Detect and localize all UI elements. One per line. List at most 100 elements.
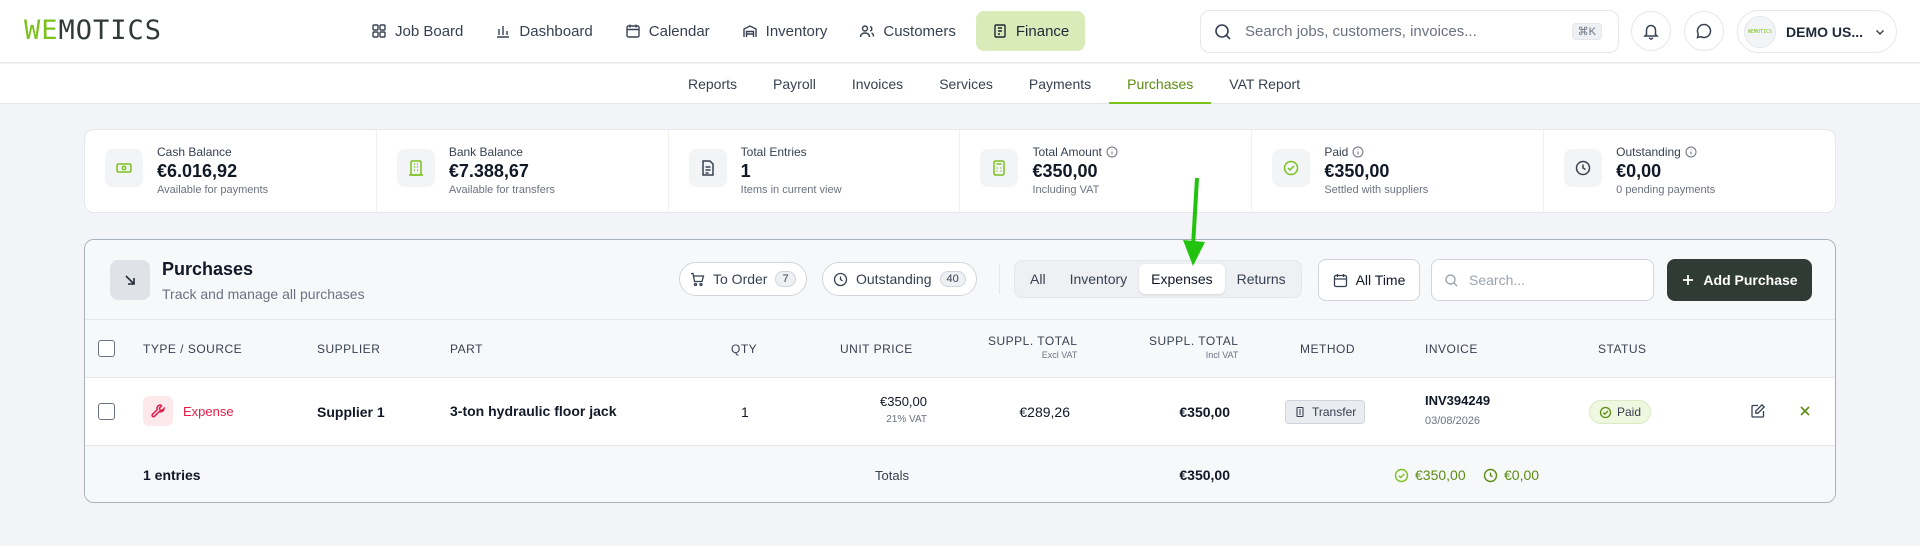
th-qty[interactable]: QTY [731, 342, 757, 356]
bar-chart-icon [497, 26, 510, 38]
nav-label: Calendar [648, 22, 710, 40]
filter-all[interactable]: All [1018, 264, 1058, 294]
table-row[interactable]: Expense Supplier 1 3-ton hydraulic floor… [85, 378, 1835, 446]
th-supplier[interactable]: SUPPLIER [317, 342, 380, 356]
row-checkbox[interactable] [98, 403, 115, 420]
invoice-date: 03/08/2026 [1425, 415, 1481, 427]
select-all-checkbox[interactable] [98, 340, 115, 357]
stat-label-text: Outstanding [1616, 145, 1681, 159]
th-part[interactable]: PART [450, 342, 483, 356]
notifications-button[interactable] [1631, 11, 1671, 51]
nav-label: Finance [1015, 22, 1070, 40]
logo-part-2: MOTICS [58, 15, 163, 46]
to-order-count: 7 [775, 271, 796, 287]
main-nav: Job Board Dashboard Calendar Inventory C… [359, 11, 1086, 51]
bell-icon [1643, 24, 1659, 40]
totals-paid: €350,00 [1415, 467, 1466, 483]
filter-expenses[interactable]: Expenses [1139, 264, 1225, 294]
cash-icon [105, 149, 143, 187]
messages-button[interactable] [1684, 11, 1724, 51]
calculator-icon [980, 149, 1019, 187]
totals-outstanding: €0,00 [1504, 467, 1540, 483]
check-circle-icon [1394, 468, 1409, 483]
th-note: Excl VAT [1041, 350, 1078, 360]
finance-subnav: Reports Payroll Invoices Services Paymen… [0, 64, 1920, 104]
part-cell: 3-ton hydraulic floor jack [450, 403, 617, 419]
th-type-source[interactable]: TYPE / SOURCE [143, 342, 242, 356]
qty-cell: 1 [741, 404, 749, 420]
th-method[interactable]: METHOD [1300, 342, 1355, 356]
nav-calendar[interactable]: Calendar [613, 11, 722, 51]
stat-label: Bank Balance [448, 145, 523, 159]
search-icon [1445, 273, 1458, 286]
totals-amount: €350,00 [1179, 467, 1230, 483]
subnav-reports[interactable]: Reports [670, 64, 755, 104]
subnav-vat-report[interactable]: VAT Report [1211, 64, 1318, 104]
stat-label: Cash Balance [157, 145, 232, 159]
add-purchase-label: Add Purchase [1703, 272, 1798, 288]
th-invoice[interactable]: INVOICE [1425, 342, 1478, 356]
info-icon[interactable] [1106, 146, 1118, 158]
stat-value: €6.016,92 [157, 161, 238, 181]
th-suppl-total-incl[interactable]: SUPPL. TOTAL Incl VAT [1149, 334, 1238, 362]
filter-returns[interactable]: Returns [1225, 264, 1298, 294]
page-subtitle: Track and manage all purchases [162, 286, 365, 302]
edit-icon[interactable] [1750, 403, 1766, 419]
nav-label: Job Board [395, 22, 464, 40]
clock-icon [1564, 149, 1603, 187]
invoice-number[interactable]: INV394249 [1425, 393, 1490, 408]
stat-sub: Settled with suppliers [1324, 184, 1429, 196]
purchases-search[interactable]: Search... [1431, 259, 1654, 301]
stat-paid: Paid €350,00 Settled with suppliers [1252, 130, 1545, 212]
add-purchase-button[interactable]: Add Purchase [1667, 259, 1812, 301]
cart-icon [691, 272, 705, 286]
subnav-purchases[interactable]: Purchases [1109, 64, 1212, 104]
nav-inventory[interactable]: Inventory [730, 11, 840, 51]
nav-label: Customers [883, 22, 956, 40]
nav-dashboard[interactable]: Dashboard [483, 11, 604, 51]
subnav-services[interactable]: Services [921, 64, 1011, 104]
nav-job-board[interactable]: Job Board [359, 11, 475, 51]
time-range-button[interactable]: All Time [1318, 259, 1420, 301]
stat-sub: Including VAT [1032, 184, 1100, 196]
stat-label: Paid [1324, 145, 1428, 159]
stat-value: €350,00 [1324, 161, 1390, 181]
global-search[interactable]: Search jobs, customers, invoices... ⌘K [1200, 10, 1619, 53]
info-icon[interactable] [1352, 146, 1364, 158]
filter-inventory[interactable]: Inventory [1058, 264, 1140, 294]
stat-label: Total Entries [740, 145, 807, 159]
bank-icon [1296, 406, 1304, 418]
total-excl-cell: €289,26 [1019, 404, 1070, 420]
nav-finance[interactable]: Finance [975, 11, 1086, 51]
info-icon[interactable] [1685, 146, 1697, 158]
chat-icon [1696, 23, 1712, 39]
subnav-invoices[interactable]: Invoices [834, 64, 921, 104]
grid-icon [372, 24, 386, 38]
stat-outstanding: Outstanding €0,00 0 pending payments [1544, 130, 1835, 212]
nav-label: Inventory [765, 22, 828, 40]
plus-icon [1683, 275, 1694, 285]
method-badge: Transfer [1285, 400, 1366, 424]
to-order-filter[interactable]: To Order 7 [679, 262, 807, 296]
subnav-payments[interactable]: Payments [1011, 64, 1109, 104]
close-icon[interactable] [1797, 403, 1813, 419]
totals-label: Totals [875, 468, 909, 483]
entries-count: 1 entries [143, 467, 201, 483]
nav-label: Dashboard [519, 22, 593, 40]
th-status[interactable]: STATUS [1598, 342, 1647, 356]
search-icon [1215, 23, 1231, 40]
user-menu[interactable]: WEMOTICS DEMO US... [1737, 10, 1897, 53]
outstanding-filter[interactable]: Outstanding 40 [822, 262, 977, 296]
th-suppl-total-excl[interactable]: SUPPL. TOTAL Excl VAT [988, 334, 1077, 362]
user-name: DEMO US... [1786, 23, 1864, 40]
receipt-icon [994, 24, 1006, 38]
nav-customers[interactable]: Customers [847, 11, 968, 51]
subnav-payroll[interactable]: Payroll [755, 64, 834, 104]
to-order-label: To Order [713, 271, 768, 287]
th-unit-price[interactable]: UNIT PRICE [840, 342, 913, 356]
logo[interactable]: WEMOTICS [24, 14, 162, 48]
table-footer: 1 entries Totals €350,00 €350,00 €0,00 [85, 446, 1835, 502]
chevron-down-icon [1875, 29, 1885, 35]
check-circle-icon [1599, 406, 1612, 418]
warehouse-icon [742, 25, 757, 37]
